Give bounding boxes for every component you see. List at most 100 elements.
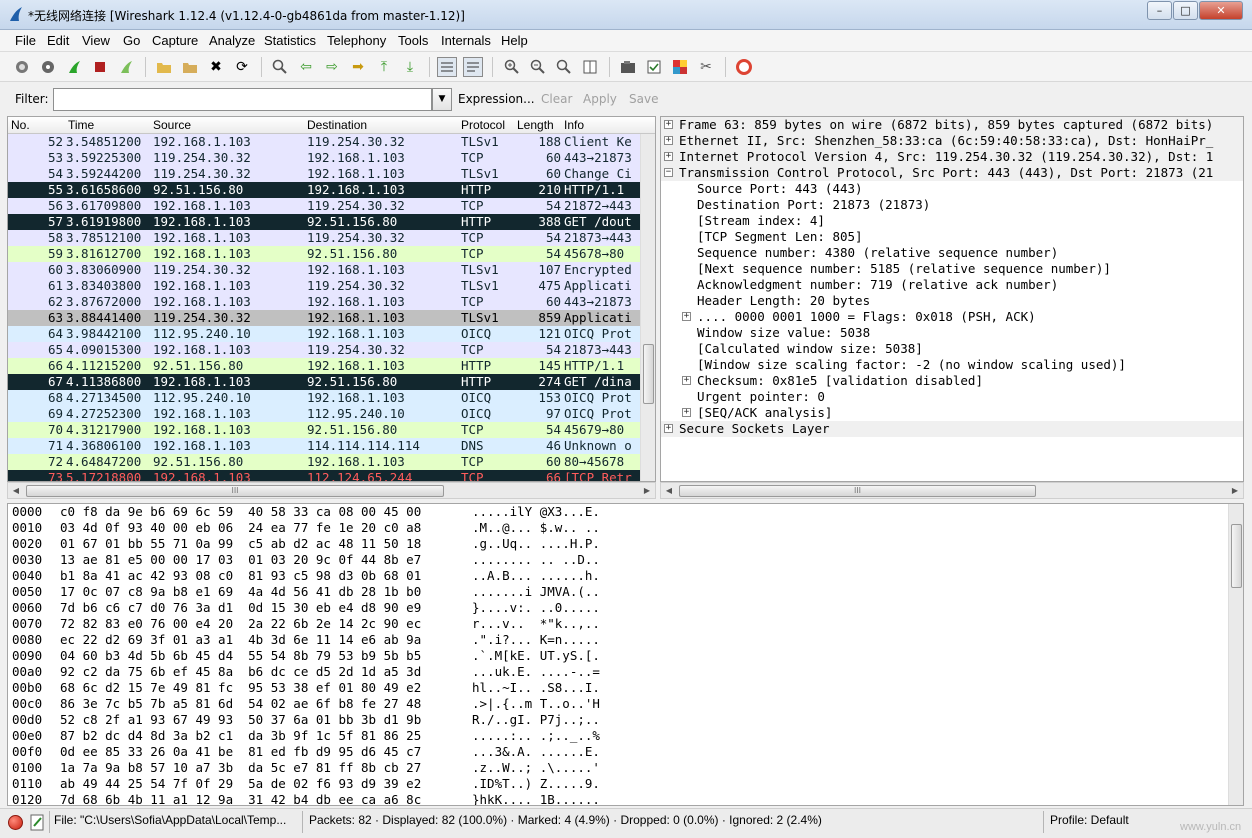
detail-row[interactable]: + Ethernet II, Src: Shenzhen_58:33:ca (6c… xyxy=(661,133,1243,149)
hex-row[interactable]: 0110 ab 49 44 25 54 7f 0f 29 5a de 02 f6 … xyxy=(12,776,1212,792)
menu-view[interactable]: View xyxy=(82,33,110,48)
scroll-left-icon[interactable]: ◀ xyxy=(9,484,23,498)
packet-row[interactable]: 71 4.36806100 192.168.1.103 114.114.114.114… xyxy=(8,438,640,454)
detail-row[interactable]: [Stream index: 4] xyxy=(661,213,1243,229)
maximize-button[interactable]: □ xyxy=(1173,1,1198,20)
coloring-rules-icon[interactable] xyxy=(670,57,690,77)
detail-row[interactable]: Window size value: 5038 xyxy=(661,325,1243,341)
packet-row[interactable]: 57 3.61919800 192.168.1.103 92.51.156.80 HTT… xyxy=(8,214,640,230)
find-packet-icon[interactable] xyxy=(270,57,290,77)
packet-details-pane[interactable]: + Frame 63: 859 bytes on wire (6872 bits)… xyxy=(660,116,1244,482)
packet-list-scrollbar[interactable] xyxy=(640,134,655,481)
packet-row[interactable]: 72 4.64847200 92.51.156.80 192.168.1.103 TCP… xyxy=(8,454,640,470)
packet-row[interactable]: 69 4.27252300 192.168.1.103 112.95.240.10 OI… xyxy=(8,406,640,422)
column-length[interactable]: Length xyxy=(517,118,554,132)
detail-row[interactable]: Source Port: 443 (443) xyxy=(661,181,1243,197)
hex-row[interactable]: 0030 13 ae 81 e5 00 00 17 03 01 03 20 9c … xyxy=(12,552,1212,568)
detail-row[interactable]: + [SEQ/ACK analysis] xyxy=(661,405,1243,421)
first-packet-icon[interactable]: ⤒ xyxy=(374,57,394,77)
packet-row[interactable]: 52 3.54851200 192.168.1.103 119.254.30.32 TL… xyxy=(8,134,640,150)
last-packet-icon[interactable]: ⤓ xyxy=(400,57,420,77)
apply-button[interactable]: Apply xyxy=(583,92,617,106)
menu-telephony[interactable]: Telephony xyxy=(327,33,386,48)
stop-capture-icon[interactable] xyxy=(90,57,110,77)
packet-row[interactable]: 55 3.61658600 92.51.156.80 192.168.1.103 HTT… xyxy=(8,182,640,198)
detail-row[interactable]: [TCP Segment Len: 805] xyxy=(661,229,1243,245)
profile-indicator[interactable]: Profile: Default xyxy=(1050,813,1129,827)
expand-icon[interactable]: + xyxy=(664,120,673,129)
colorize-icon[interactable] xyxy=(437,57,457,77)
restart-capture-icon[interactable] xyxy=(116,57,136,77)
zoom-out-icon[interactable] xyxy=(528,57,548,77)
packet-row[interactable]: 65 4.09015300 192.168.1.103 119.254.30.32 TC… xyxy=(8,342,640,358)
close-file-icon[interactable]: ✖ xyxy=(206,57,226,77)
column-source[interactable]: Source xyxy=(153,118,191,132)
hex-row[interactable]: 0060 7d b6 c6 c7 d0 76 3a d1 0d 15 30 eb … xyxy=(12,600,1212,616)
hex-row[interactable]: 0000 c0 f8 da 9e b6 69 6c 59 40 58 33 ca … xyxy=(12,504,1212,520)
go-forward-icon[interactable]: ⇨ xyxy=(322,57,342,77)
detail-row[interactable]: + Frame 63: 859 bytes on wire (6872 bits)… xyxy=(661,117,1243,133)
packet-row[interactable]: 58 3.78512100 192.168.1.103 119.254.30.32 TC… xyxy=(8,230,640,246)
menu-internals[interactable]: Internals xyxy=(441,33,491,48)
detail-row[interactable]: Destination Port: 21873 (21873) xyxy=(661,197,1243,213)
detail-row[interactable]: + .... 0000 0001 1000 = Flags: 0x018 (PSH… xyxy=(661,309,1243,325)
scroll-thumb[interactable] xyxy=(643,344,654,404)
packet-row[interactable]: 59 3.81612700 192.168.1.103 92.51.156.80 TCP… xyxy=(8,246,640,262)
zoom-in-icon[interactable] xyxy=(502,57,522,77)
filter-input[interactable] xyxy=(53,88,432,111)
packet-row[interactable]: 56 3.61709800 192.168.1.103 119.254.30.32 TC… xyxy=(8,198,640,214)
menu-go[interactable]: Go xyxy=(123,33,140,48)
options-icon[interactable] xyxy=(38,57,58,77)
scroll-right-icon[interactable]: ▶ xyxy=(1228,484,1242,498)
go-to-packet-icon[interactable]: ➡ xyxy=(348,57,368,77)
packet-row[interactable]: 66 4.11215200 92.51.156.80 192.168.1.103 HTT… xyxy=(8,358,640,374)
start-capture-icon[interactable] xyxy=(64,57,84,77)
hex-row[interactable]: 0070 72 82 83 e0 76 00 e4 20 2a 22 6b 2e … xyxy=(12,616,1212,632)
bytes-scrollbar[interactable] xyxy=(1228,504,1243,805)
packet-row[interactable]: 73 5.17218800 192.168.1.103 112.124.65.244 T… xyxy=(8,470,640,481)
expert-info-icon[interactable] xyxy=(8,815,23,830)
minimize-button[interactable]: – xyxy=(1147,1,1172,20)
save-file-icon[interactable] xyxy=(180,57,200,77)
detail-row[interactable]: + Secure Sockets Layer xyxy=(661,421,1243,437)
close-button[interactable]: ✕ xyxy=(1199,1,1243,20)
hex-row[interactable]: 00b0 68 6c d2 15 7e 49 81 fc 95 53 38 ef … xyxy=(12,680,1212,696)
column-time[interactable]: Time xyxy=(68,118,94,132)
detail-row[interactable]: [Next sequence number: 5185 (relative se… xyxy=(661,261,1243,277)
column-destination[interactable]: Destination xyxy=(307,118,367,132)
clear-button[interactable]: Clear xyxy=(541,92,572,106)
menu-help[interactable]: Help xyxy=(501,33,528,48)
menu-tools[interactable]: Tools xyxy=(398,33,428,48)
hex-row[interactable]: 00a0 92 c2 da 75 6b ef 45 8a b6 dc ce d5 … xyxy=(12,664,1212,680)
open-file-icon[interactable] xyxy=(154,57,174,77)
detail-row[interactable]: [Window size scaling factor: -2 (no wind… xyxy=(661,357,1243,373)
scroll-left-icon[interactable]: ◀ xyxy=(662,484,676,498)
detail-row[interactable]: [Calculated window size: 5038] xyxy=(661,341,1243,357)
detail-row[interactable]: Header Length: 20 bytes xyxy=(661,293,1243,309)
column-protocol[interactable]: Protocol xyxy=(461,118,505,132)
packet-row[interactable]: 53 3.59225300 119.254.30.32 192.168.1.103 TC… xyxy=(8,150,640,166)
go-back-icon[interactable]: ⇦ xyxy=(296,57,316,77)
packet-row[interactable]: 63 3.88441400 119.254.30.32 192.168.1.103 TL… xyxy=(8,310,640,326)
packet-row[interactable]: 60 3.83060900 119.254.30.32 192.168.1.103 TL… xyxy=(8,262,640,278)
resize-columns-icon[interactable] xyxy=(580,57,600,77)
detail-row[interactable]: Sequence number: 4380 (relative sequence… xyxy=(661,245,1243,261)
detail-row[interactable]: + Checksum: 0x81e5 [validation disabled] xyxy=(661,373,1243,389)
reload-icon[interactable]: ⟳ xyxy=(232,57,252,77)
expand-icon[interactable]: + xyxy=(664,136,673,145)
collapse-icon[interactable]: − xyxy=(664,168,673,177)
expand-icon[interactable]: + xyxy=(682,376,691,385)
packet-row[interactable]: 68 4.27134500 112.95.240.10 192.168.1.103 OI… xyxy=(8,390,640,406)
packet-row[interactable]: 67 4.11386800 192.168.1.103 92.51.156.80 HTT… xyxy=(8,374,640,390)
detail-row[interactable]: Acknowledgment number: 719 (relative ack… xyxy=(661,277,1243,293)
display-filters-icon[interactable] xyxy=(644,57,664,77)
hex-row[interactable]: 00c0 86 3e 7c b5 7b a5 81 6d 54 02 ae 6f … xyxy=(12,696,1212,712)
detail-row[interactable]: Urgent pointer: 0 xyxy=(661,389,1243,405)
hex-row[interactable]: 0020 01 67 01 bb 55 71 0a 99 c5 ab d2 ac … xyxy=(12,536,1212,552)
hscroll-thumb[interactable]: III xyxy=(679,485,1036,497)
packet-list-hscrollbar[interactable]: ◀ III ▶ xyxy=(7,482,656,499)
normal-size-icon[interactable] xyxy=(554,57,574,77)
packet-bytes-pane[interactable]: 0000 c0 f8 da 9e b6 69 6c 59 40 58 33 ca … xyxy=(7,503,1244,806)
detail-row[interactable]: − Transmission Control Protocol, Src Port… xyxy=(661,165,1243,181)
expand-icon[interactable]: + xyxy=(682,312,691,321)
